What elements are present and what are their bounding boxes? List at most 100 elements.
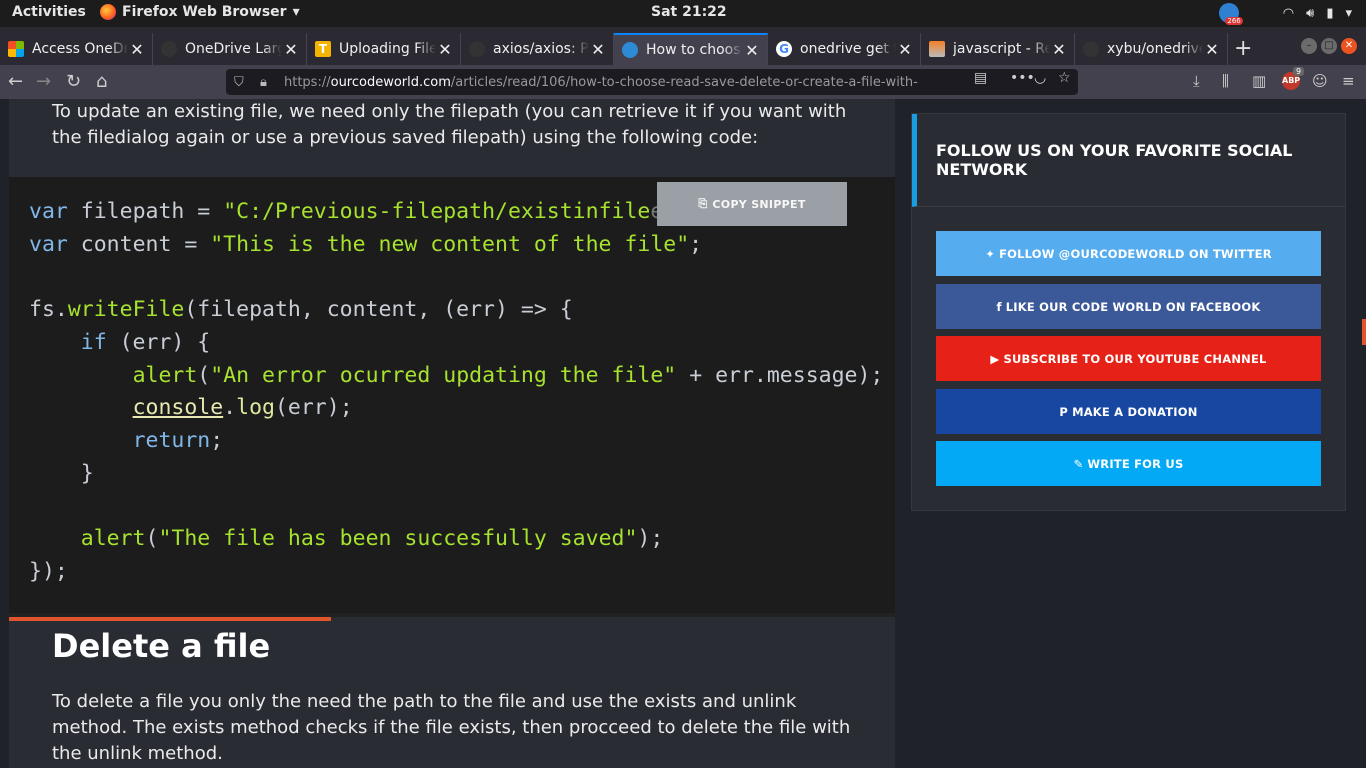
lock-icon[interactable]: 🔒︎ xyxy=(260,75,274,90)
activities-button[interactable]: Activities xyxy=(12,4,86,20)
close-icon[interactable]: ✕ xyxy=(896,40,914,59)
library-icon[interactable]: ⫼ xyxy=(1222,72,1229,90)
close-icon[interactable]: ✕ xyxy=(1203,40,1221,59)
maximize-button[interactable]: □ xyxy=(1321,38,1337,54)
tab[interactable]: OneDrive Larg ✕ xyxy=(153,33,307,65)
tab-active[interactable]: How to choos ✕ xyxy=(614,33,768,65)
extension-icon[interactable]: ☺ xyxy=(1312,72,1328,90)
wifi-icon[interactable]: ◠ xyxy=(1283,6,1294,21)
write-for-us-button[interactable]: ✎ WRITE FOR US xyxy=(936,441,1321,486)
code-token: return xyxy=(132,427,211,453)
url-path: /articles/read/106/how-to-choose-read-sa… xyxy=(450,74,918,90)
page-scrollbar-thumb[interactable] xyxy=(1362,319,1366,345)
reload-icon[interactable]: ↻ xyxy=(66,71,81,92)
url-host: ourcodeworld.com xyxy=(330,74,451,90)
page-actions-icon[interactable]: ••• xyxy=(1010,70,1035,86)
forward-icon[interactable]: → xyxy=(36,71,51,92)
tab[interactable]: javascript - Re ✕ xyxy=(921,33,1075,65)
adblock-label: ABP xyxy=(1282,76,1301,85)
section-heading: Delete a file xyxy=(52,627,271,665)
notification-app-icon[interactable]: 266 xyxy=(1218,3,1243,25)
ourcodeworld-icon xyxy=(622,42,638,58)
sidebar-title: FOLLOW US ON YOUR FAVORITE SOCIAL NETWOR… xyxy=(936,141,1293,179)
clock[interactable]: Sat 21:22 xyxy=(651,4,727,20)
code-token: }); xyxy=(29,558,68,584)
download-icon[interactable]: ⤓ xyxy=(1193,72,1200,90)
code-token: if xyxy=(80,329,107,355)
code-snippet[interactable]: var filepath = "C:/Previous-filepath/exi… xyxy=(29,196,883,588)
tab-title: javascript - Re xyxy=(953,41,1050,57)
code-token: "The file has been succesfully saved" xyxy=(158,526,638,552)
code-token: ( xyxy=(145,526,159,552)
code-token: (err); xyxy=(274,395,353,421)
close-icon[interactable]: ✕ xyxy=(1050,40,1068,59)
intro-paragraph: To update an existing file, we need only… xyxy=(52,101,847,148)
gnome-top-bar: Activities Firefox Web Browser ▾ Sat 21:… xyxy=(0,0,1366,27)
code-token: var xyxy=(29,199,68,224)
paypal-icon: P xyxy=(1059,404,1069,419)
navigation-bar: ← → ↻ ⌂ ⛉ 🔒︎ https://ourcodeworld.com/ar… xyxy=(0,65,1366,99)
tab[interactable]: xybu/onedrive ✕ xyxy=(1075,33,1228,65)
code-token: "This is the new content of the file" xyxy=(210,231,690,257)
back-icon[interactable]: ← xyxy=(8,71,23,92)
shield-icon[interactable]: ⛉ xyxy=(234,75,248,90)
close-icon[interactable]: ✕ xyxy=(128,40,146,59)
sidebar-icon[interactable]: ▥ xyxy=(1252,72,1266,90)
battery-icon[interactable]: ▮ xyxy=(1326,6,1333,21)
url-text[interactable]: https://ourcodeworld.com/articles/read/1… xyxy=(284,75,954,90)
menu-icon[interactable]: ≡ xyxy=(1342,72,1355,90)
donation-button[interactable]: P MAKE A DONATION xyxy=(936,389,1321,434)
code-block[interactable]: var filepath = "C:/Previous-filepath/exi… xyxy=(9,177,895,617)
tab-title: How to choos xyxy=(646,42,741,58)
tab[interactable]: axios/axios: P ✕ xyxy=(461,33,614,65)
button-label: FOLLOW @OURCODEWORLD ON TWITTER xyxy=(999,246,1272,261)
firefox-icon xyxy=(100,4,116,20)
stackoverflow-icon xyxy=(929,41,945,57)
google-icon: G xyxy=(776,41,792,57)
home-icon[interactable]: ⌂ xyxy=(96,71,107,92)
button-label: MAKE A DONATION xyxy=(1072,404,1198,419)
facebook-like-button[interactable]: f LIKE OUR CODE WORLD ON FACEBOOK xyxy=(936,284,1321,329)
code-token: alert xyxy=(132,362,198,388)
page-content: To update an existing file, we need only… xyxy=(0,99,1366,768)
button-label: LIKE OUR CODE WORLD ON FACEBOOK xyxy=(1005,299,1261,314)
tab-title: Access OneDr xyxy=(32,41,128,57)
new-tab-button[interactable]: + xyxy=(1234,36,1252,61)
github-icon xyxy=(1083,41,1099,57)
pocket-icon[interactable]: ◡ xyxy=(1034,70,1046,86)
close-icon[interactable]: ✕ xyxy=(589,40,607,59)
twitter-follow-button[interactable]: ✦ FOLLOW @OURCODEWORLD ON TWITTER xyxy=(936,231,1321,276)
tab[interactable]: Access OneDr ✕ xyxy=(0,33,153,65)
volume-icon[interactable]: 🔊︎ xyxy=(1306,6,1314,21)
github-icon xyxy=(161,41,177,57)
t-logo-icon: T xyxy=(315,41,331,57)
code-token: ; xyxy=(689,231,703,257)
code-token: filepath = xyxy=(67,199,224,224)
bookmark-star-icon[interactable]: ☆ xyxy=(1058,70,1071,86)
url-scheme: https:// xyxy=(284,74,331,90)
chevron-down-icon[interactable]: ▾ xyxy=(1345,6,1352,21)
twitter-icon: ✦ xyxy=(985,246,996,261)
tab-title: xybu/onedrive xyxy=(1107,41,1203,57)
close-icon[interactable]: ✕ xyxy=(743,41,761,60)
social-sidebar: FOLLOW US ON YOUR FAVORITE SOCIAL NETWOR… xyxy=(911,113,1346,511)
close-icon[interactable]: ✕ xyxy=(282,40,300,59)
tab[interactable]: G onedrive get t ✕ xyxy=(768,33,921,65)
reader-view-icon[interactable]: ▤ xyxy=(974,70,987,86)
youtube-subscribe-button[interactable]: ▶ SUBSCRIBE TO OUR YOUTUBE CHANNEL xyxy=(936,336,1321,381)
minimize-button[interactable]: – xyxy=(1301,38,1317,54)
system-tray[interactable]: 266 ◠ 🔊︎ ▮ ▾ xyxy=(1218,3,1352,25)
copy-snippet-label: COPY SNIPPET xyxy=(712,197,806,211)
code-token: + err.message); xyxy=(676,362,884,388)
tab[interactable]: T Uploading File ✕ xyxy=(307,33,461,65)
section-accent-bar xyxy=(9,617,331,621)
close-window-button[interactable]: ✕ xyxy=(1341,38,1357,54)
code-token: content = xyxy=(67,231,211,257)
url-bar[interactable]: ⛉ 🔒︎ https://ourcodeworld.com/articles/r… xyxy=(226,69,1078,95)
tab-bar: Access OneDr ✕ OneDrive Larg ✕ T Uploadi… xyxy=(0,27,1366,65)
code-token: writeFile xyxy=(67,297,185,323)
adblock-badge: 9 xyxy=(1293,67,1305,76)
close-icon[interactable]: ✕ xyxy=(436,40,454,59)
app-menu[interactable]: Firefox Web Browser ▾ xyxy=(100,4,300,20)
copy-snippet-button[interactable]: ⎘ COPY SNIPPET xyxy=(657,182,847,226)
